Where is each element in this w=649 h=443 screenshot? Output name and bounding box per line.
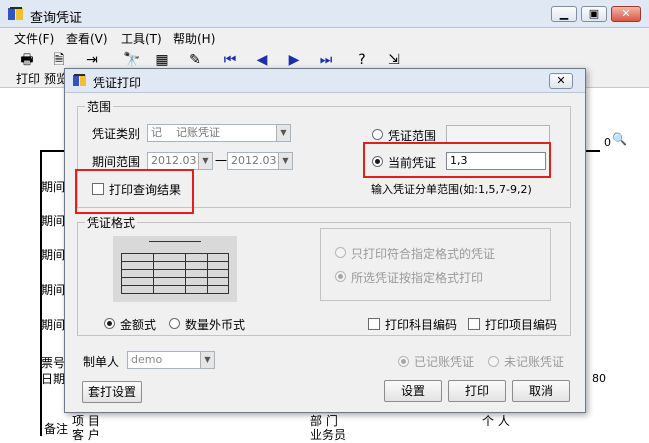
settings-button[interactable]: 设置 xyxy=(384,380,442,402)
voucher-range-input[interactable] xyxy=(446,125,550,143)
filter-icon[interactable]: ▦ xyxy=(150,50,174,70)
help-icon[interactable]: ? xyxy=(350,50,374,70)
maker-select[interactable]: demo ▼ xyxy=(127,351,215,369)
posted-radio[interactable] xyxy=(398,356,409,367)
period-from-select[interactable]: 2012.03 ▼ xyxy=(147,152,213,170)
print-subject-code-label: 打印科目编码 xyxy=(385,318,458,332)
only-matching-label: 只打印符合指定格式的凭证 xyxy=(351,247,496,261)
foreign-format-radio[interactable] xyxy=(169,318,180,329)
prev-record-icon[interactable]: ◀ xyxy=(250,50,274,70)
right-number: 80 xyxy=(592,372,606,385)
period-separator: 一 xyxy=(215,154,228,168)
find-icon[interactable]: 🔭 xyxy=(120,50,144,70)
cancel-button[interactable]: 取消 xyxy=(512,380,570,402)
only-matching-radio[interactable] xyxy=(335,247,346,258)
close-icon[interactable]: ✕ xyxy=(549,73,573,89)
print-icon[interactable]: 🖶 xyxy=(15,50,39,70)
first-record-icon[interactable]: ⏮ xyxy=(218,50,242,70)
print-item-code-checkbox[interactable] xyxy=(468,318,480,330)
page-count: 0 xyxy=(604,136,611,149)
salesperson-label: 业务员 xyxy=(310,428,347,442)
customer-label: 客 户 xyxy=(72,428,100,442)
exit-icon[interactable]: ⇲ xyxy=(382,50,406,70)
period-range-label: 期间范围 xyxy=(92,155,141,169)
zoom-icon[interactable]: 🔍 xyxy=(612,132,627,146)
print-button[interactable]: 打印 xyxy=(448,380,506,402)
voucher-format-preview-image xyxy=(113,236,237,302)
unposted-radio[interactable] xyxy=(488,356,499,367)
amount-format-label: 金额式 xyxy=(120,318,157,332)
period-label: 期间 xyxy=(41,318,66,332)
dialog-app-icon xyxy=(73,74,86,86)
minimize-icon[interactable]: ▁ xyxy=(551,6,577,22)
ticket-no-label: 票号 xyxy=(41,356,66,370)
unposted-label: 未记账凭证 xyxy=(504,355,565,369)
chevron-down-icon: ▼ xyxy=(198,153,212,169)
menu-file[interactable]: 文件(F) xyxy=(14,30,54,47)
voucher-type-value: 记 记账凭证 xyxy=(151,126,220,139)
last-record-icon[interactable]: ⏭ xyxy=(314,50,338,70)
period-to-value: 2012.03 xyxy=(231,154,277,167)
chevron-down-icon: ▼ xyxy=(200,352,214,368)
period-label: 期间 xyxy=(41,248,66,262)
chevron-down-icon: ▼ xyxy=(276,125,290,141)
print-item-code-label: 打印项目编码 xyxy=(485,318,558,332)
menu-view[interactable]: 查看(V) xyxy=(66,30,108,47)
format-group-label: 凭证格式 xyxy=(85,214,138,231)
toolbar-print-label: 打印 xyxy=(16,72,41,86)
period-label: 期间 xyxy=(41,214,66,228)
restore-icon[interactable]: ▣ xyxy=(581,6,607,22)
print-query-result-checkbox[interactable] xyxy=(92,183,104,195)
voucher-type-label: 凭证类别 xyxy=(92,127,141,141)
period-to-select[interactable]: 2012.03 ▼ xyxy=(227,152,293,170)
date-label: 日期 xyxy=(41,372,66,386)
scope-group-label: 范围 xyxy=(85,98,114,115)
foreign-format-label: 数量外币式 xyxy=(185,318,246,332)
print-subject-code-checkbox[interactable] xyxy=(368,318,380,330)
voucher-range-radio[interactable] xyxy=(372,129,383,140)
next-record-icon[interactable]: ▶ xyxy=(282,50,306,70)
voucher-print-dialog: 凭证打印 ✕ 范围 凭证类别 记 记账凭证 ▼ 期间范围 2012.03 ▼ 一… xyxy=(64,68,586,413)
close-icon[interactable]: ✕ xyxy=(611,6,641,22)
main-window-title: 查询凭证 xyxy=(30,11,83,26)
menu-help[interactable]: 帮助(H) xyxy=(173,30,215,47)
maker-label: 制单人 xyxy=(83,355,120,369)
edit-icon[interactable]: ✎ xyxy=(183,50,207,70)
voucher-type-select[interactable]: 记 记账凭证 ▼ xyxy=(147,124,291,142)
dialog-title: 凭证打印 xyxy=(93,76,142,90)
current-voucher-label: 当前凭证 xyxy=(388,156,437,170)
posted-label: 已记账凭证 xyxy=(414,355,475,369)
period-label: 期间 xyxy=(41,180,66,194)
remark-label: 备注 xyxy=(44,422,69,436)
period-label: 期间 xyxy=(41,283,66,297)
template-settings-button[interactable]: 套打设置 xyxy=(82,381,142,403)
preview-icon[interactable]: 🗎 xyxy=(47,50,71,70)
app-icon xyxy=(8,7,23,20)
current-voucher-radio[interactable] xyxy=(372,156,383,167)
print-selected-radio[interactable] xyxy=(335,271,346,282)
maker-value: demo xyxy=(131,353,163,366)
print-query-result-label: 打印查询结果 xyxy=(109,183,182,197)
chevron-down-icon: ▼ xyxy=(278,153,292,169)
current-voucher-input[interactable]: 1,3 xyxy=(446,152,546,170)
format-options-box xyxy=(320,228,551,301)
amount-format-radio[interactable] xyxy=(104,318,115,329)
print-selected-label: 所选凭证按指定格式打印 xyxy=(351,271,484,285)
menu-tools[interactable]: 工具(T) xyxy=(121,30,162,47)
period-from-value: 2012.03 xyxy=(151,154,197,167)
export-icon[interactable]: ⇥ xyxy=(80,50,104,70)
range-hint: 输入凭证分单范围(如:1,5,7-9,2) xyxy=(371,183,532,196)
personal-label: 个 人 xyxy=(482,414,510,428)
dialog-titlebar xyxy=(65,69,585,93)
